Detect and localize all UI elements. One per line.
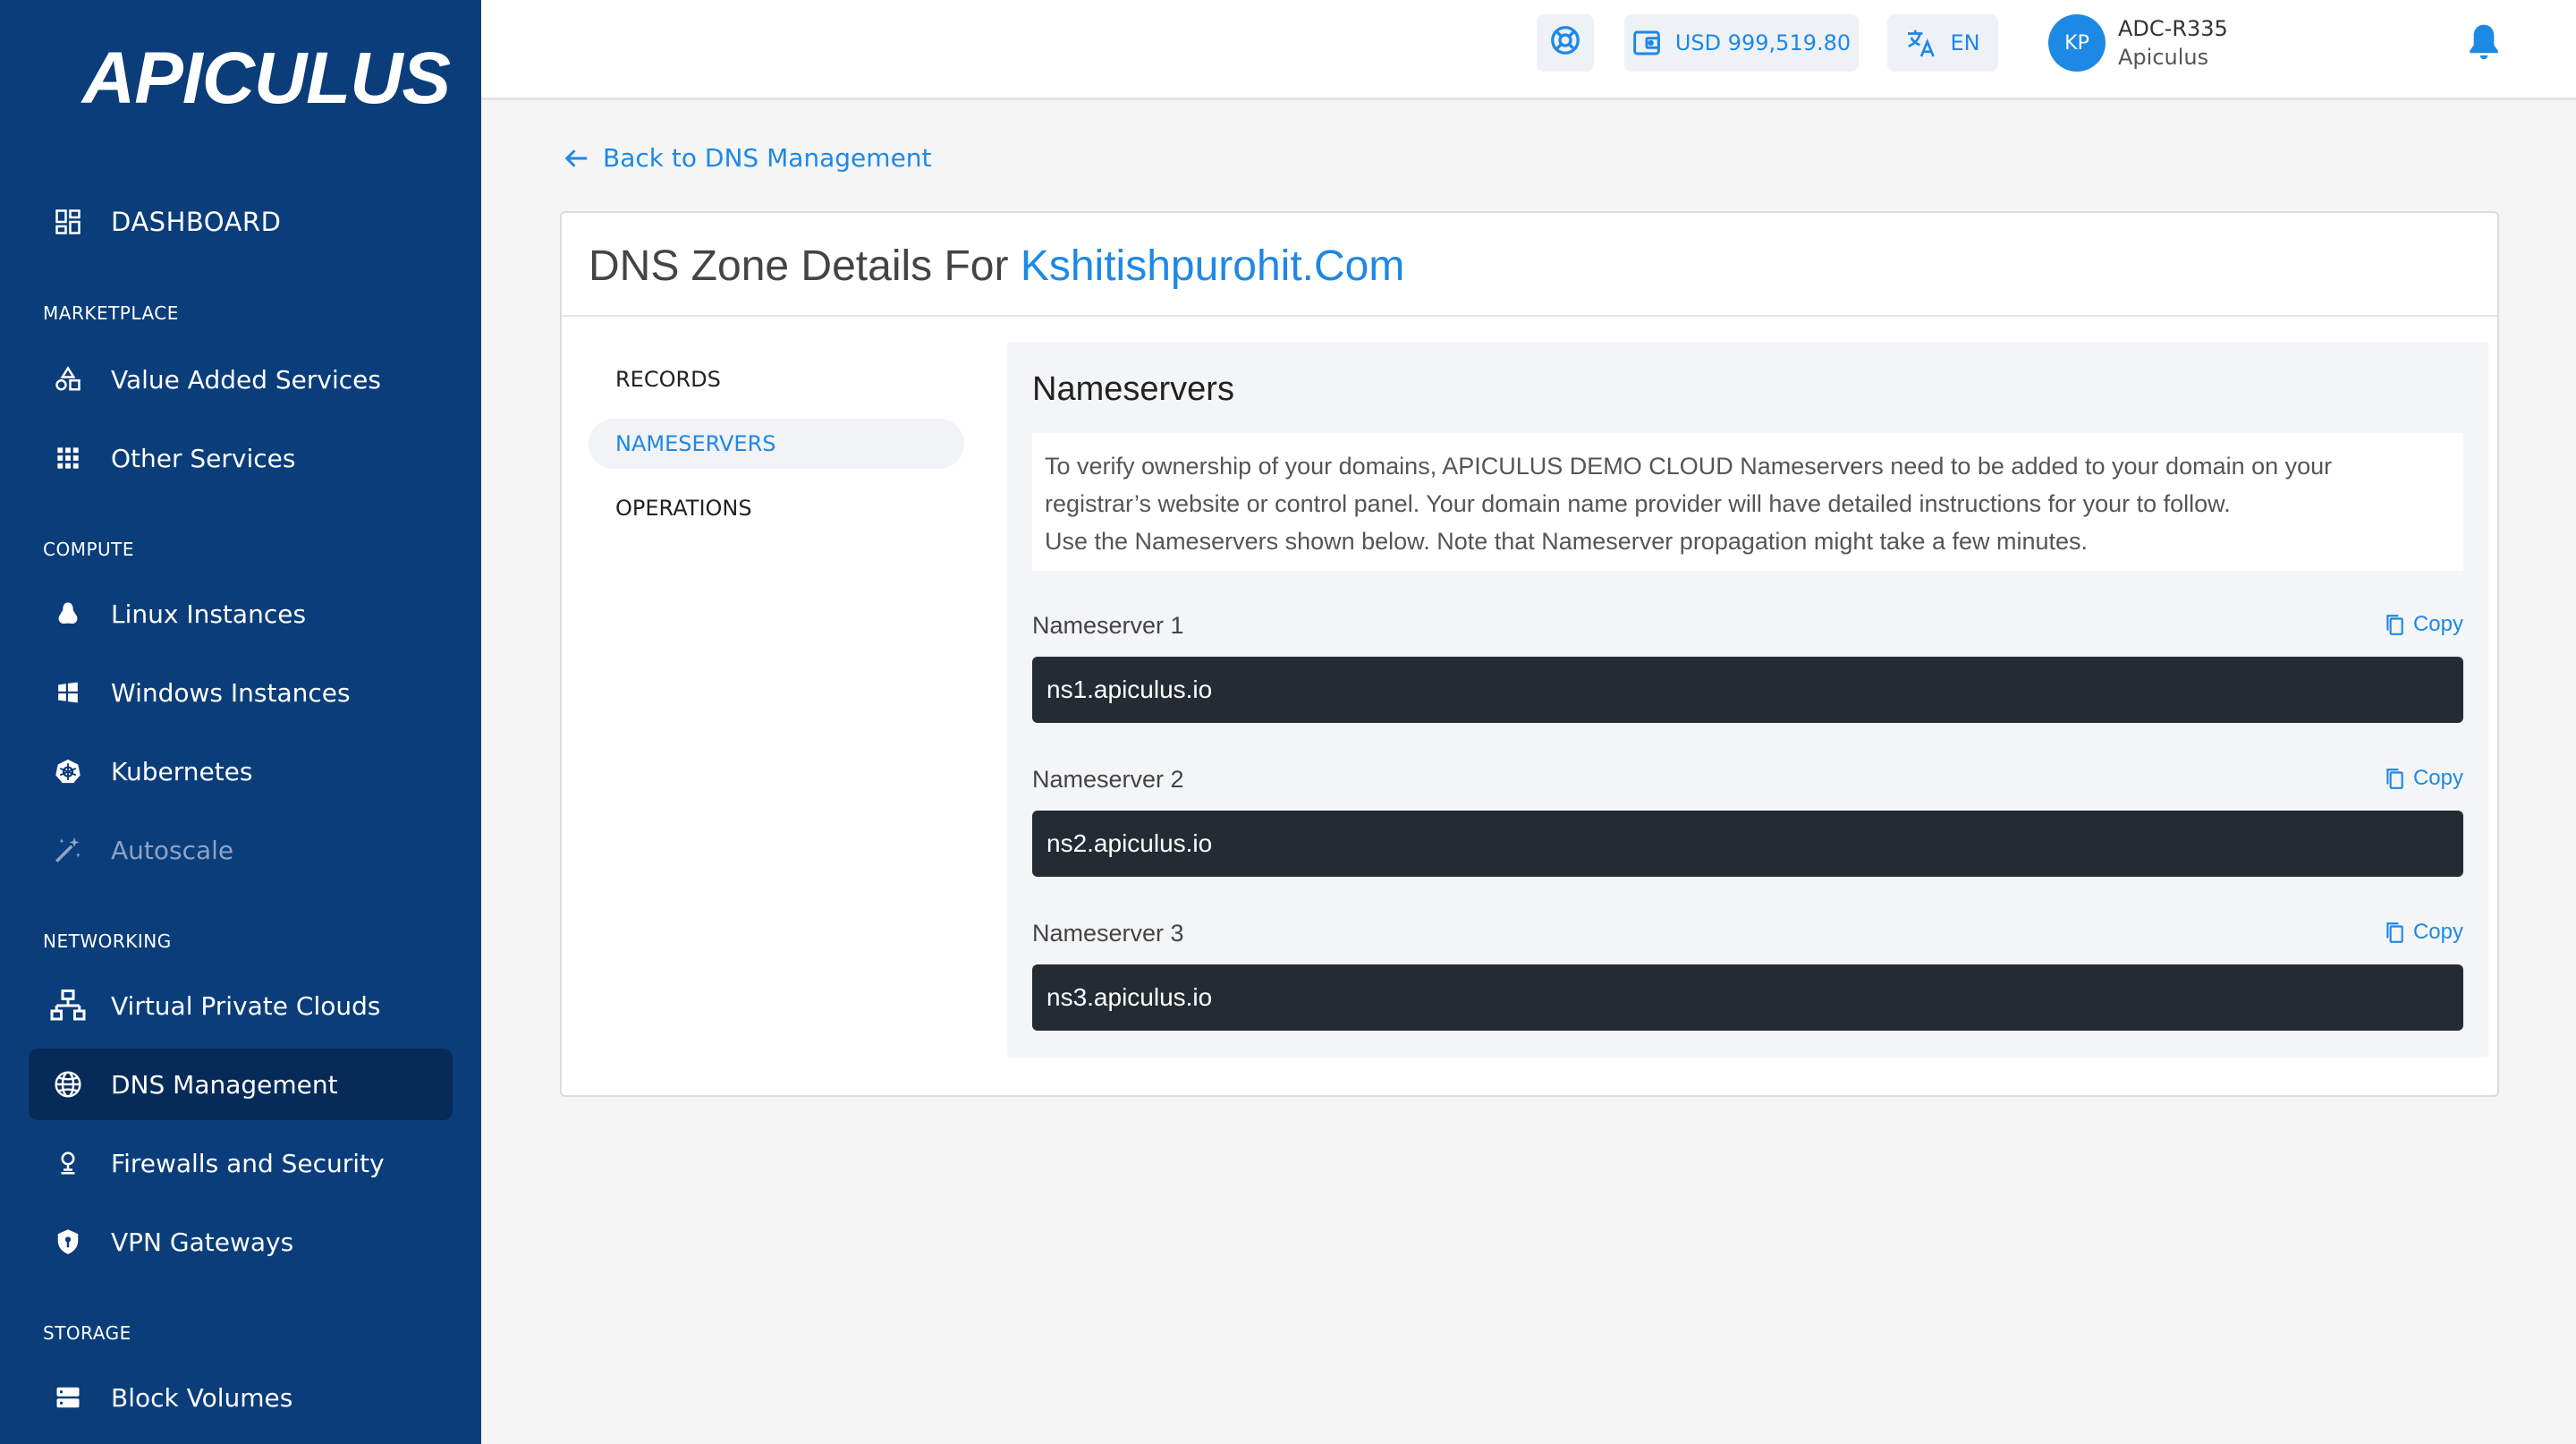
tab-nameservers[interactable]: NAMESERVERS [589,419,964,469]
panel-title: Nameservers [1032,370,1234,408]
avatar[interactable]: KP [2048,14,2106,72]
shapes-icon [50,361,86,397]
nameserver-1-value[interactable]: ns1.apiculus.io [1032,657,2463,723]
linux-icon [50,596,86,632]
info-line-2: registrar’s website or control panel. Yo… [1045,490,2231,517]
nameserver-2-value[interactable]: ns2.apiculus.io [1032,811,2463,877]
copy-label: Copy [2412,766,2463,790]
sidebar-item-label: Block Volumes [111,1382,293,1413]
account-id: ADC-R335 [2118,16,2228,41]
copy-nameserver-2-button[interactable]: Copy [2383,766,2463,791]
back-link-label: Back to DNS Management [603,143,932,173]
sidebar-item-label: Kubernetes [111,756,253,786]
sidebar-item-firewalls-and-security[interactable]: Firewalls and Security [29,1127,453,1199]
dashboard-icon [50,204,86,240]
nameserver-info-box: To verify ownership of your domains, API… [1032,433,2463,571]
nameservers-panel: Nameservers To verify ownership of your … [1007,342,2488,1058]
section-label-marketplace: MARKETPLACE [43,302,179,324]
globe-icon [50,1066,86,1102]
grid-icon [50,440,86,476]
sidebar-item-value-added-services[interactable]: Value Added Services [29,344,453,415]
copy-nameserver-1-button[interactable]: Copy [2383,612,2463,637]
nameserver-3-value[interactable]: ns3.apiculus.io [1032,964,2463,1031]
storage-icon [50,1380,86,1415]
dns-zone-details-card: DNS Zone Details For Kshitishpurohit.Com… [560,211,2499,1097]
magic-wand-icon [50,832,86,868]
sidebar-item-virtual-private-clouds[interactable]: Virtual Private Clouds [29,970,453,1041]
copy-icon [2383,612,2413,637]
sidebar-item-block-volumes[interactable]: Block Volumes [29,1362,453,1433]
page-title: DNS Zone Details For Kshitishpurohit.Com [589,242,1404,291]
lifebuoy-icon [1549,24,1581,62]
copy-label: Copy [2412,920,2463,944]
apiculus-logo[interactable]: APICULUS [82,34,451,123]
sidebar-item-label: DASHBOARD [111,207,282,237]
sidebar-item-dns-management[interactable]: DNS Management [29,1049,453,1120]
sidebar-item-label: Value Added Services [111,364,381,395]
sidebar-item-other-services[interactable]: Other Services [29,422,453,494]
wallet-balance: USD 999,519.80 [1674,30,1852,55]
back-to-dns-management-link[interactable]: Back to DNS Management [564,143,932,173]
logo-text: APICULUS [82,38,451,119]
tab-operations[interactable]: OPERATIONS [589,483,964,533]
section-label-networking: NETWORKING [43,930,172,952]
wallet-icon [1632,29,1661,57]
tab-records[interactable]: RECORDS [589,354,964,404]
copy-nameserver-3-button[interactable]: Copy [2383,920,2463,945]
network-icon [50,988,86,1024]
sidebar-item-label: DNS Management [111,1069,338,1100]
sidebar: APICULUS DASHBOARD MARKETPLACE Value Add… [0,0,481,1444]
notifications-button[interactable] [2465,21,2510,66]
sidebar-item-label: Firewalls and Security [111,1148,385,1178]
sidebar-item-label: VPN Gateways [111,1227,294,1257]
sidebar-item-linux-instances[interactable]: Linux Instances [29,578,453,650]
sidebar-item-autoscale[interactable]: Autoscale [29,814,453,886]
sidebar-item-label: Virtual Private Clouds [111,990,381,1021]
arrow-left-icon [564,145,603,172]
top-header: USD 999,519.80 EN KP ADC-R335 Apiculus [481,0,2576,100]
sidebar-item-kubernetes[interactable]: Kubernetes [29,735,453,807]
copy-icon [2383,920,2413,945]
wallet-balance-button[interactable]: USD 999,519.80 [1624,14,1859,72]
copy-label: Copy [2412,612,2463,636]
account-org: Apiculus [2118,45,2209,70]
nameserver-1-label: Nameserver 1 [1032,612,1184,639]
sidebar-item-label: Other Services [111,443,296,473]
shield-icon [50,1224,86,1260]
sidebar-item-vpn-gateways[interactable]: VPN Gateways [29,1206,453,1278]
nameserver-3-label: Nameserver 3 [1032,920,1184,947]
info-line-1: To verify ownership of your domains, API… [1045,453,2333,480]
language-code: EN [1950,30,1980,55]
sidebar-item-label: Windows Instances [111,677,351,708]
sidebar-item-dashboard[interactable]: DASHBOARD [29,186,453,258]
info-line-3: Use the Nameservers shown below. Note th… [1045,528,2089,555]
support-button[interactable] [1537,14,1594,72]
sidebar-item-label: Linux Instances [111,599,307,629]
translate-icon [1905,27,1937,59]
kubernetes-icon [50,753,86,789]
section-label-storage: STORAGE [43,1322,131,1344]
sidebar-item-windows-instances[interactable]: Windows Instances [29,657,453,728]
nameserver-2-label: Nameserver 2 [1032,766,1184,793]
copy-icon [2383,766,2413,791]
page-title-domain: Kshitishpurohit.Com [1020,242,1405,290]
location-pin-icon [50,1145,86,1181]
windows-icon [50,675,86,710]
section-label-compute: COMPUTE [43,539,135,560]
page-title-prefix: DNS Zone Details For [589,242,1009,290]
sidebar-item-label: Autoscale [111,835,234,865]
card-divider [562,315,2497,317]
bell-icon [2465,24,2503,66]
language-button[interactable]: EN [1887,14,1998,72]
